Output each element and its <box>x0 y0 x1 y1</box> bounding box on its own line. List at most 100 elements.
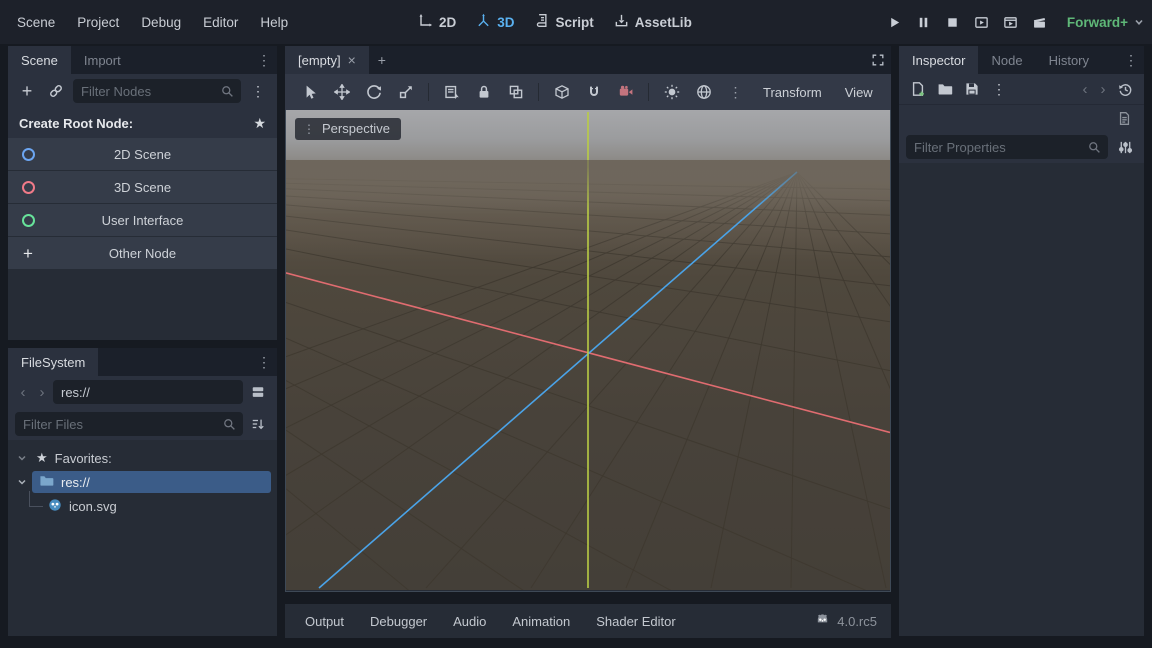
pause-button[interactable] <box>910 9 937 35</box>
inspector-object-bar <box>899 104 1144 131</box>
tab-scene[interactable]: Scene <box>8 46 71 74</box>
preview-environment-icon[interactable] <box>688 78 719 106</box>
documentation-icon[interactable] <box>1112 106 1136 130</box>
preview-camera-icon[interactable] <box>610 78 641 106</box>
select-tool-icon[interactable] <box>294 78 325 106</box>
lock-icon[interactable] <box>468 78 499 106</box>
inspector-empty-area <box>899 163 1144 636</box>
create-user-interface-button[interactable]: User Interface <box>8 204 277 236</box>
play-button[interactable] <box>881 9 908 35</box>
group-icon[interactable] <box>500 78 531 106</box>
history-back-icon[interactable]: ‹ <box>15 384 31 401</box>
save-resource-icon[interactable] <box>960 77 984 101</box>
collapse-caret-icon[interactable] <box>17 477 27 487</box>
scene-tab-empty[interactable]: [empty] × <box>285 46 369 74</box>
assetlib-download-icon <box>614 13 629 31</box>
history-forward-icon[interactable]: › <box>34 384 50 401</box>
filter-nodes-input[interactable] <box>73 79 241 103</box>
menu-debug[interactable]: Debug <box>130 10 192 35</box>
movie-maker-icon[interactable] <box>1026 9 1053 35</box>
close-icon[interactable]: × <box>348 52 356 68</box>
file-item-icon-svg[interactable]: icon.svg <box>8 494 277 518</box>
favorites-item[interactable]: ★ Favorites: <box>8 446 277 470</box>
res-root-item[interactable]: res:// <box>8 470 277 494</box>
snap-magnet-icon[interactable] <box>578 78 609 106</box>
edit-back-icon[interactable]: ‹ <box>1077 81 1093 98</box>
split-view-icon[interactable] <box>246 380 270 404</box>
tab-import[interactable]: Import <box>71 46 134 74</box>
playback-controls: Forward+ <box>881 0 1144 44</box>
transform-menu[interactable]: Transform <box>752 85 833 100</box>
create-3d-scene-button[interactable]: 3D Scene <box>8 171 277 203</box>
tab-filesystem[interactable]: FileSystem <box>8 348 98 376</box>
workspace-2d-button[interactable]: 2D <box>408 8 466 36</box>
tab-history[interactable]: History <box>1036 46 1102 74</box>
stop-button[interactable] <box>939 9 966 35</box>
resource-extra-menu-icon[interactable]: ⋮ <box>987 77 1011 101</box>
file-sort-icon[interactable] <box>246 412 270 436</box>
workspace-assetlib-button[interactable]: AssetLib <box>604 8 702 36</box>
bottom-panel-bar: Output Debugger Audio Animation Shader E… <box>285 604 891 638</box>
expand-viewport-icon[interactable] <box>865 46 891 74</box>
bottom-tab-debugger[interactable]: Debugger <box>358 604 439 638</box>
renderer-dropdown[interactable]: Forward+ <box>1067 15 1144 30</box>
perspective-label: Perspective <box>322 121 390 136</box>
view-menu[interactable]: View <box>834 85 884 100</box>
version-button[interactable]: 4.0.rc5 <box>815 612 883 630</box>
menu-help[interactable]: Help <box>249 10 299 35</box>
create-other-node-button[interactable]: + Other Node <box>8 237 277 269</box>
tab-inspector[interactable]: Inspector <box>899 46 978 74</box>
create-user-interface-label: User Interface <box>102 213 184 228</box>
add-node-icon[interactable]: + <box>15 79 39 103</box>
inspector-dock: Inspector Node History ⋮ ⋮ ‹ › <box>899 46 1144 636</box>
edit-forward-icon[interactable]: › <box>1095 81 1111 98</box>
dots-icon: ⋮ <box>303 122 315 136</box>
selected-folder-row[interactable]: res:// <box>32 471 271 493</box>
scale-tool-icon[interactable] <box>390 78 421 106</box>
menu-editor[interactable]: Editor <box>192 10 249 35</box>
scene-toolbar-menu-icon[interactable]: ⋮ <box>246 79 270 103</box>
instance-scene-link-icon[interactable] <box>44 79 68 103</box>
workspace-assetlib-label: AssetLib <box>635 15 692 30</box>
menu-scene[interactable]: Scene <box>6 10 66 35</box>
filesystem-dock-tabs: FileSystem ⋮ <box>8 348 277 376</box>
current-path-input[interactable] <box>53 380 243 404</box>
scene-dock-menu-icon[interactable]: ⋮ <box>251 46 277 74</box>
create-3d-scene-label: 3D Scene <box>114 180 171 195</box>
filesystem-dock-menu-icon[interactable]: ⋮ <box>251 348 277 376</box>
add-scene-tab-icon[interactable]: + <box>369 46 395 74</box>
move-tool-icon[interactable] <box>326 78 357 106</box>
bottom-tab-animation[interactable]: Animation <box>500 604 582 638</box>
3d-viewport[interactable]: ⋮ Perspective <box>285 110 891 592</box>
perspective-menu-button[interactable]: ⋮ Perspective <box>295 118 401 140</box>
inspector-dock-menu-icon[interactable]: ⋮ <box>1118 46 1144 74</box>
workspace-script-button[interactable]: Script <box>525 8 604 36</box>
create-2d-scene-button[interactable]: 2D Scene <box>8 138 277 170</box>
tab-node[interactable]: Node <box>978 46 1035 74</box>
mesh-cube-icon[interactable] <box>546 78 577 106</box>
play-custom-scene-button[interactable] <box>997 9 1024 35</box>
bottom-tab-audio[interactable]: Audio <box>441 604 498 638</box>
workspace-3d-button[interactable]: 3D <box>466 8 524 36</box>
res-root-label: res:// <box>61 475 90 490</box>
load-resource-folder-icon[interactable] <box>933 77 957 101</box>
filter-files-input[interactable] <box>15 412 243 436</box>
menu-project[interactable]: Project <box>66 10 130 35</box>
filter-properties-input[interactable] <box>906 135 1108 159</box>
bottom-tab-shader-editor[interactable]: Shader Editor <box>584 604 688 638</box>
new-resource-icon[interactable] <box>906 77 930 101</box>
object-history-icon[interactable] <box>1113 77 1137 101</box>
collapse-caret-icon[interactable] <box>17 453 27 463</box>
favorite-star-icon[interactable]: ★ <box>253 115 266 132</box>
viewport-canvas <box>286 110 890 590</box>
list-select-icon[interactable] <box>436 78 467 106</box>
viewport-settings-icon[interactable]: ⋮ <box>720 78 751 106</box>
preview-sun-icon[interactable] <box>656 78 687 106</box>
bottom-tab-output[interactable]: Output <box>293 604 356 638</box>
workspace-2d-label: 2D <box>439 15 456 30</box>
property-tools-icon[interactable] <box>1113 135 1137 159</box>
rotate-tool-icon[interactable] <box>358 78 389 106</box>
file-label: icon.svg <box>69 499 117 514</box>
node3d-icon <box>20 179 36 195</box>
play-scene-button[interactable] <box>968 9 995 35</box>
